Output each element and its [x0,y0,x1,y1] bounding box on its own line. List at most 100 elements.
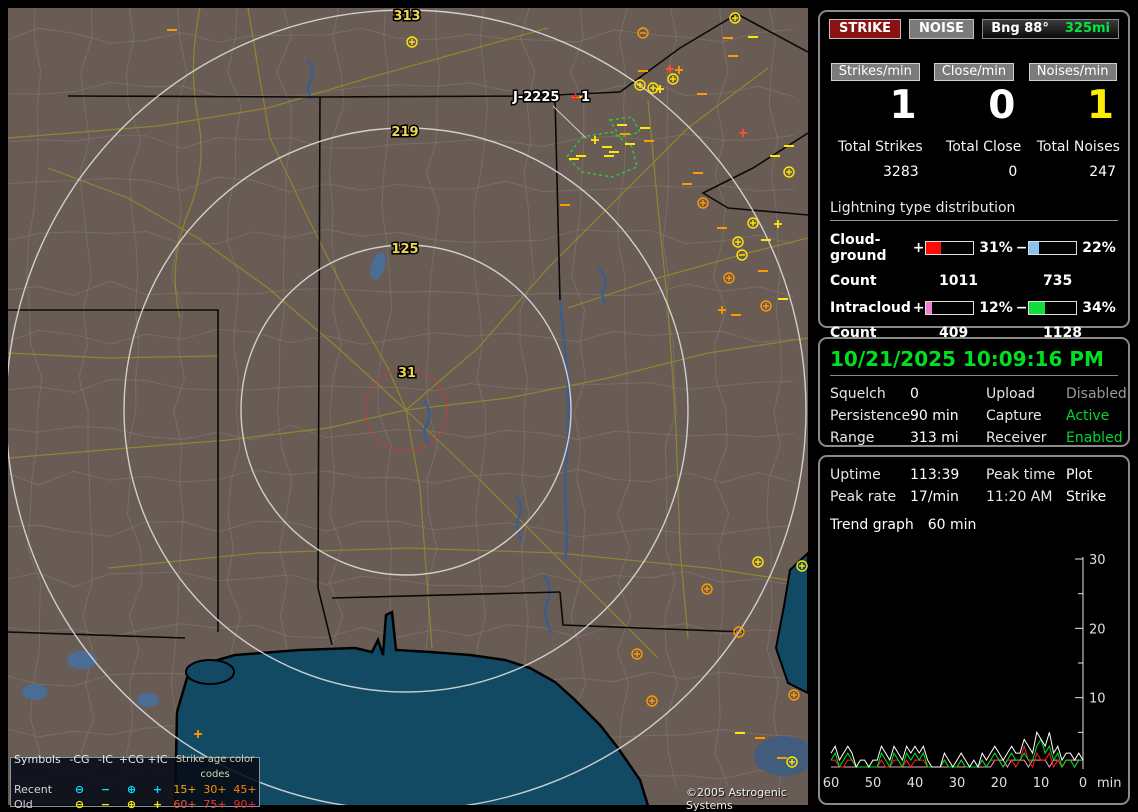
status-label: Persistence [830,408,911,424]
legend-symbol-glyph: ⊖ [74,798,85,811]
map-canvas[interactable]: 313 219 125 31 J-2225 +1 [8,8,808,805]
status-value: 0 [910,386,919,402]
noise-button[interactable]: NOISE [909,19,975,39]
minus-sign: − [1015,240,1028,256]
legend-age-value: 60+ [173,798,197,811]
legend-symbols-header: Symbols [14,753,61,766]
stat-label: Peak time [986,467,1056,483]
range-ring-label: 313 [393,9,420,24]
bearing-value: Bng 88° [991,21,1049,36]
legend-age-value: 30+ [203,783,227,796]
total-strikes-value: 3283 [883,164,919,180]
legend-column-header: +CG [118,753,145,766]
range-ring-label: 219 [391,125,418,140]
legend-age-value: 75+ [203,798,227,811]
status-value: 90 min [910,408,959,424]
x-axis-unit: min [1097,776,1122,791]
x-axis-tick-label: 10 [1033,776,1050,791]
minus-percentage: 22% [1082,240,1116,256]
copyright-text: ©2005 Astrogenic Systems [686,786,787,812]
trend-graph: 10 20 30 60 50 40 30 20 10 0 min [823,553,1122,791]
x-axis-tick-label: 20 [991,776,1008,791]
x-axis-tick-label: 40 [907,776,924,791]
status-value: Enabled [1066,430,1123,446]
minus-count: 735 [1043,273,1073,289]
status-panel: 10/21/2025 10:09:16 PM Squelch 0 Upload … [818,337,1130,447]
total-close-value: 0 [1008,164,1018,180]
plus-bar [925,241,975,255]
legend-age-value: 15+ [173,783,197,796]
distribution-row: Intracloud + 12% − 34% [830,300,1118,316]
plus-sign: + [912,300,925,316]
lightning-map[interactable]: 313 219 125 31 J-2225 +1 Symbols -CG -IC +CG +IC S… [8,8,808,812]
status-label: Receiver [986,430,1047,446]
storm-cell-id: J-2225 [512,90,559,105]
status-value: Disabled [1066,386,1127,402]
y-axis-tick-label: 10 [1089,692,1106,707]
minus-bar [1028,301,1078,315]
minus-percentage: 34% [1082,300,1116,316]
legend-symbol-glyph: + [152,783,163,796]
noises-column: Noises/min 1 Total Noises 247 [1023,63,1122,180]
trend-graph-window: 60 min [927,517,977,533]
plus-bar [925,301,975,315]
legend-symbol-glyph: ⊖ [74,783,85,796]
plus-sign: + [912,240,925,256]
bearing-display: Bng 88° 325mi [982,19,1119,39]
minus-sign: − [1015,300,1028,316]
stat-label: Uptime [830,467,881,483]
strike-counters-panel: STRIKE NOISE Bng 88° 325mi Strikes/min 1… [818,10,1130,341]
total-close-label: Total Close [946,139,1022,155]
legend-symbol-glyph: − [100,798,111,811]
legend-symbol-glyph: + [152,798,163,811]
plus-count: 1011 [939,273,978,289]
status-value: Active [1066,408,1110,424]
legend-age-value: 90+ [233,798,257,811]
storm-cell-count: 1 [581,90,590,105]
plus-percentage: 31% [979,240,1013,256]
stat-label: Peak rate [830,489,897,505]
x-axis-tick-label: 0 [1079,776,1087,791]
status-label: Squelch [830,386,886,402]
status-label: Upload [986,386,1036,402]
lightning-distribution-section: Lightning type distribution Cloud-ground… [830,200,1118,341]
stat-label: 11:20 AM [986,489,1053,505]
distribution-count-row: Count 1011 735 [830,273,1118,289]
distribution-type-label: Cloud-ground [830,232,887,264]
datetime-display: 10/21/2025 10:09:16 PM [830,347,1118,376]
status-label: Capture [986,408,1042,424]
close-rate: 0 [988,83,1016,128]
trend-series-cloud-ground [831,744,1083,769]
total-noises-value: 247 [1089,164,1116,180]
stat-value: 17/min [910,489,959,505]
range-ring-label: 31 [398,366,416,381]
distribution-title: Lightning type distribution [830,200,1118,221]
total-strikes-label: Total Strikes [837,139,923,155]
status-value: 313 mi [910,430,959,446]
strikes-per-min-label: Strikes/min [830,63,920,81]
strike-button[interactable]: STRIKE [829,19,902,39]
storm-cell-cross: + [570,90,581,105]
minus-bar [1028,241,1078,255]
strikes-column: Strikes/min 1 Total Strikes 3283 [826,63,925,180]
range-ring-label: 125 [391,242,418,257]
x-axis-tick-label: 30 [949,776,966,791]
total-noises-label: Total Noises [1036,139,1120,155]
map-legend: Symbols -CG -IC +CG +IC Strike age color code… [10,753,260,811]
stat-value: Plot [1066,467,1093,483]
trend-series-total-strikes [830,730,1084,769]
x-axis-tick-label: 50 [865,776,882,791]
legend-row-label: Old [14,798,33,811]
close-column: Close/min 0 Total Close 0 [925,63,1024,180]
strikes-rate: 1 [889,83,917,128]
stat-value: 113:39 [910,467,960,483]
legend-column-header: -CG [69,753,90,766]
distribution-row: Cloud-ground + 31% − 22% [830,232,1118,264]
trend-graph-label: Trend graph [830,517,914,533]
legend-age-value: 45+ [233,783,257,796]
trend-panel: Uptime 113:39 Peak time Plot Peak rate 17… [818,455,1130,805]
noises-rate: 1 [1086,83,1114,128]
plus-percentage: 12% [979,300,1013,316]
legend-age-header: Strike age color codes [175,754,255,780]
legend-symbol-glyph: ⊕ [126,783,137,796]
